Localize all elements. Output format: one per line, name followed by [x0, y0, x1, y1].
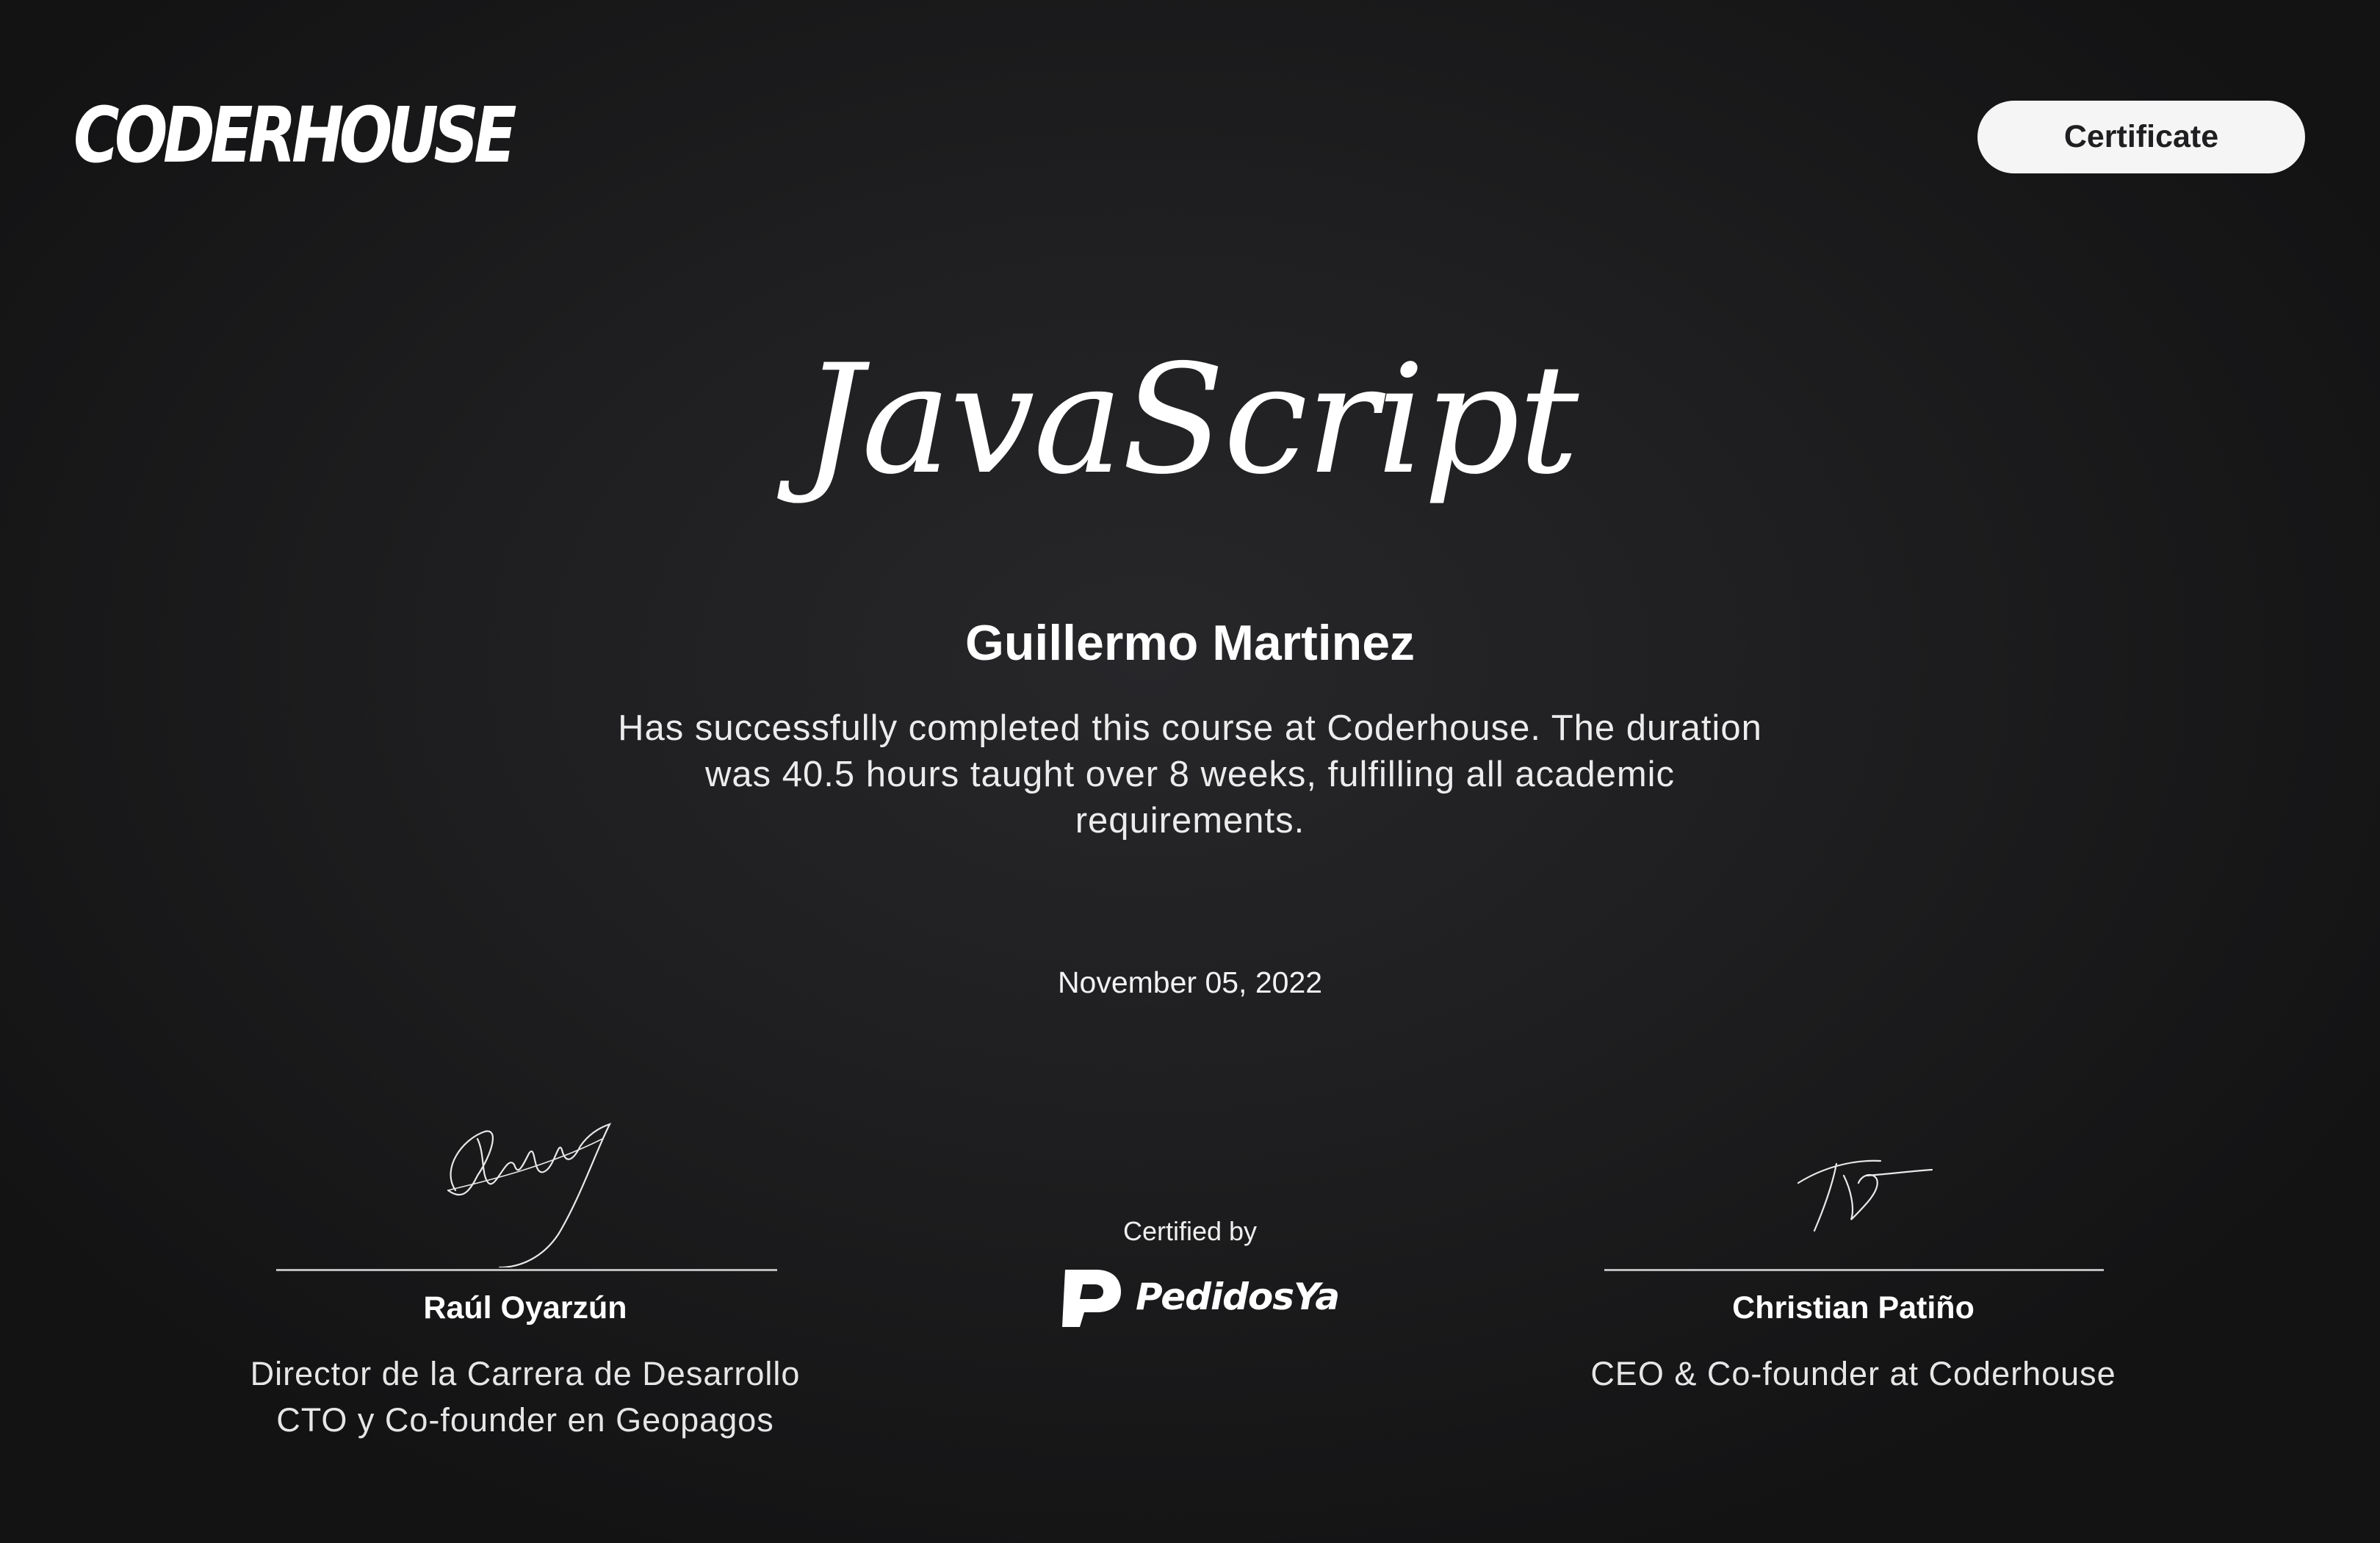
signature-christian-patino	[1797, 1159, 1933, 1232]
signer-role-left-line2: CTO y Co-founder en Geopagos	[276, 1401, 774, 1439]
signer-role-right-line1: CEO & Co-founder at Coderhouse	[1590, 1355, 2116, 1392]
coderhouse-logo: CODERHOUSE	[73, 90, 517, 180]
certified-by-label: Certified by	[1122, 1216, 1258, 1246]
certificate-badge: Certificate	[1977, 101, 2305, 173]
signer-name-left: Raúl Oyarzún	[423, 1290, 627, 1326]
pedidosya-logo: PedidosYa	[1058, 1264, 1340, 1330]
pedidosya-wordmark: PedidosYa	[1136, 1276, 1340, 1318]
certificate-page: CODERHOUSE Certificate JavaScript Guille…	[0, 0, 2380, 1543]
signer-name-right: Christian Patiño	[1732, 1290, 1975, 1326]
course-title: JavaScript	[802, 333, 1579, 508]
certificate-badge-label: Certificate	[2063, 119, 2219, 154]
signature-line-right	[1604, 1269, 2104, 1271]
student-name: Guillermo Martinez	[964, 615, 1416, 671]
issue-date: November 05, 2022	[1057, 965, 1323, 999]
completion-description: Has successfully completed this course a…	[618, 708, 1762, 841]
pedidosya-mark-icon	[1062, 1270, 1121, 1327]
signer-role-left-line1: Director de la Carrera de Desarrollo	[250, 1355, 801, 1392]
signature-line-left	[276, 1269, 777, 1271]
